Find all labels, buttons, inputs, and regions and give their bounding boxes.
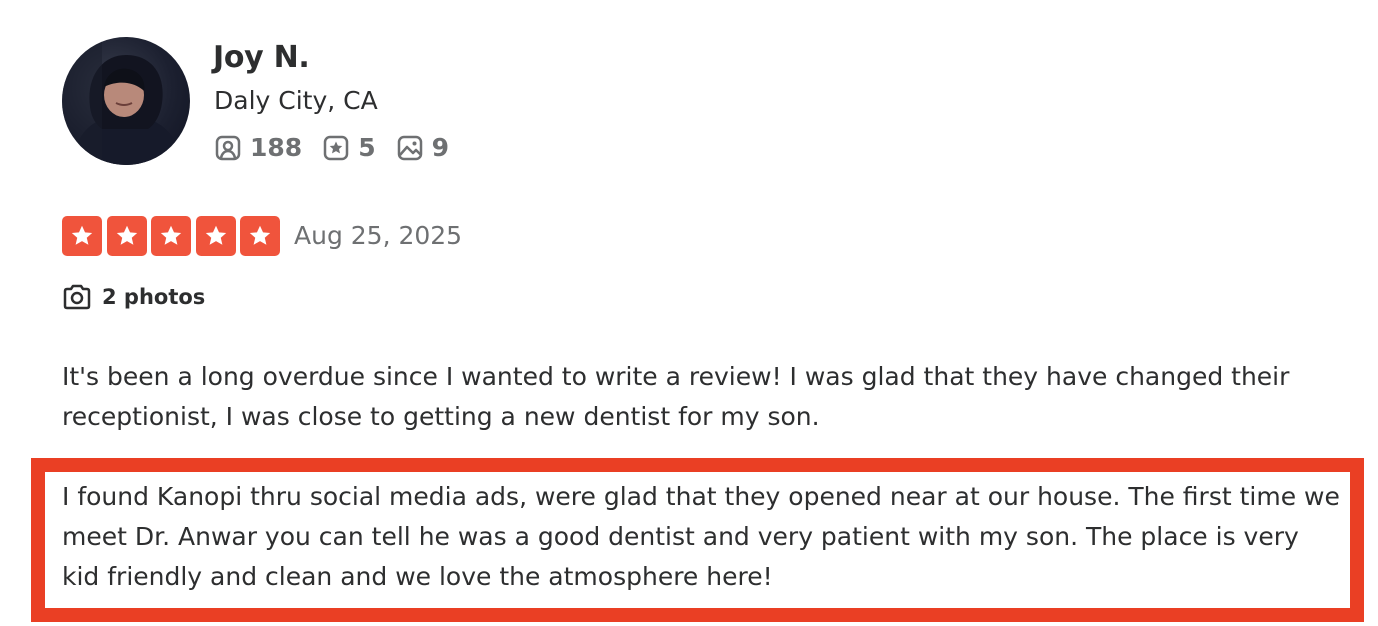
image-icon <box>397 135 422 160</box>
star-icon <box>195 216 236 256</box>
star-rating <box>62 216 285 256</box>
photos-stat: 9 <box>396 133 449 162</box>
star-badge-icon <box>323 135 349 160</box>
photos-count: 9 <box>431 133 449 162</box>
star-icon <box>106 216 147 256</box>
avatar-image <box>62 37 182 165</box>
star-icon <box>240 216 280 256</box>
review-photos-link[interactable]: 2 photos <box>62 283 205 311</box>
review-text-paragraph-1: It's been a long overdue since I wanted … <box>62 362 1290 431</box>
reviewer-name[interactable]: Joy N. <box>213 40 310 75</box>
camera-icon <box>63 284 91 310</box>
friends-icon <box>215 135 241 160</box>
review-text-paragraph-2: I found Kanopi thru social media ads, we… <box>62 482 1340 591</box>
star-icon <box>151 216 191 256</box>
reviews-count: 5 <box>358 133 376 162</box>
review-date: Aug 25, 2025 <box>294 221 463 250</box>
reviewer-stats: 188 5 9 <box>214 133 469 162</box>
reviews-stat: 5 <box>322 133 376 162</box>
reviewer-avatar[interactable] <box>62 37 190 165</box>
reviewer-location: Daly City, CA <box>214 86 378 115</box>
friends-stat: 188 <box>214 133 302 162</box>
star-icon <box>62 216 102 256</box>
photos-label: 2 photos <box>102 285 206 309</box>
friends-count: 188 <box>250 133 303 162</box>
